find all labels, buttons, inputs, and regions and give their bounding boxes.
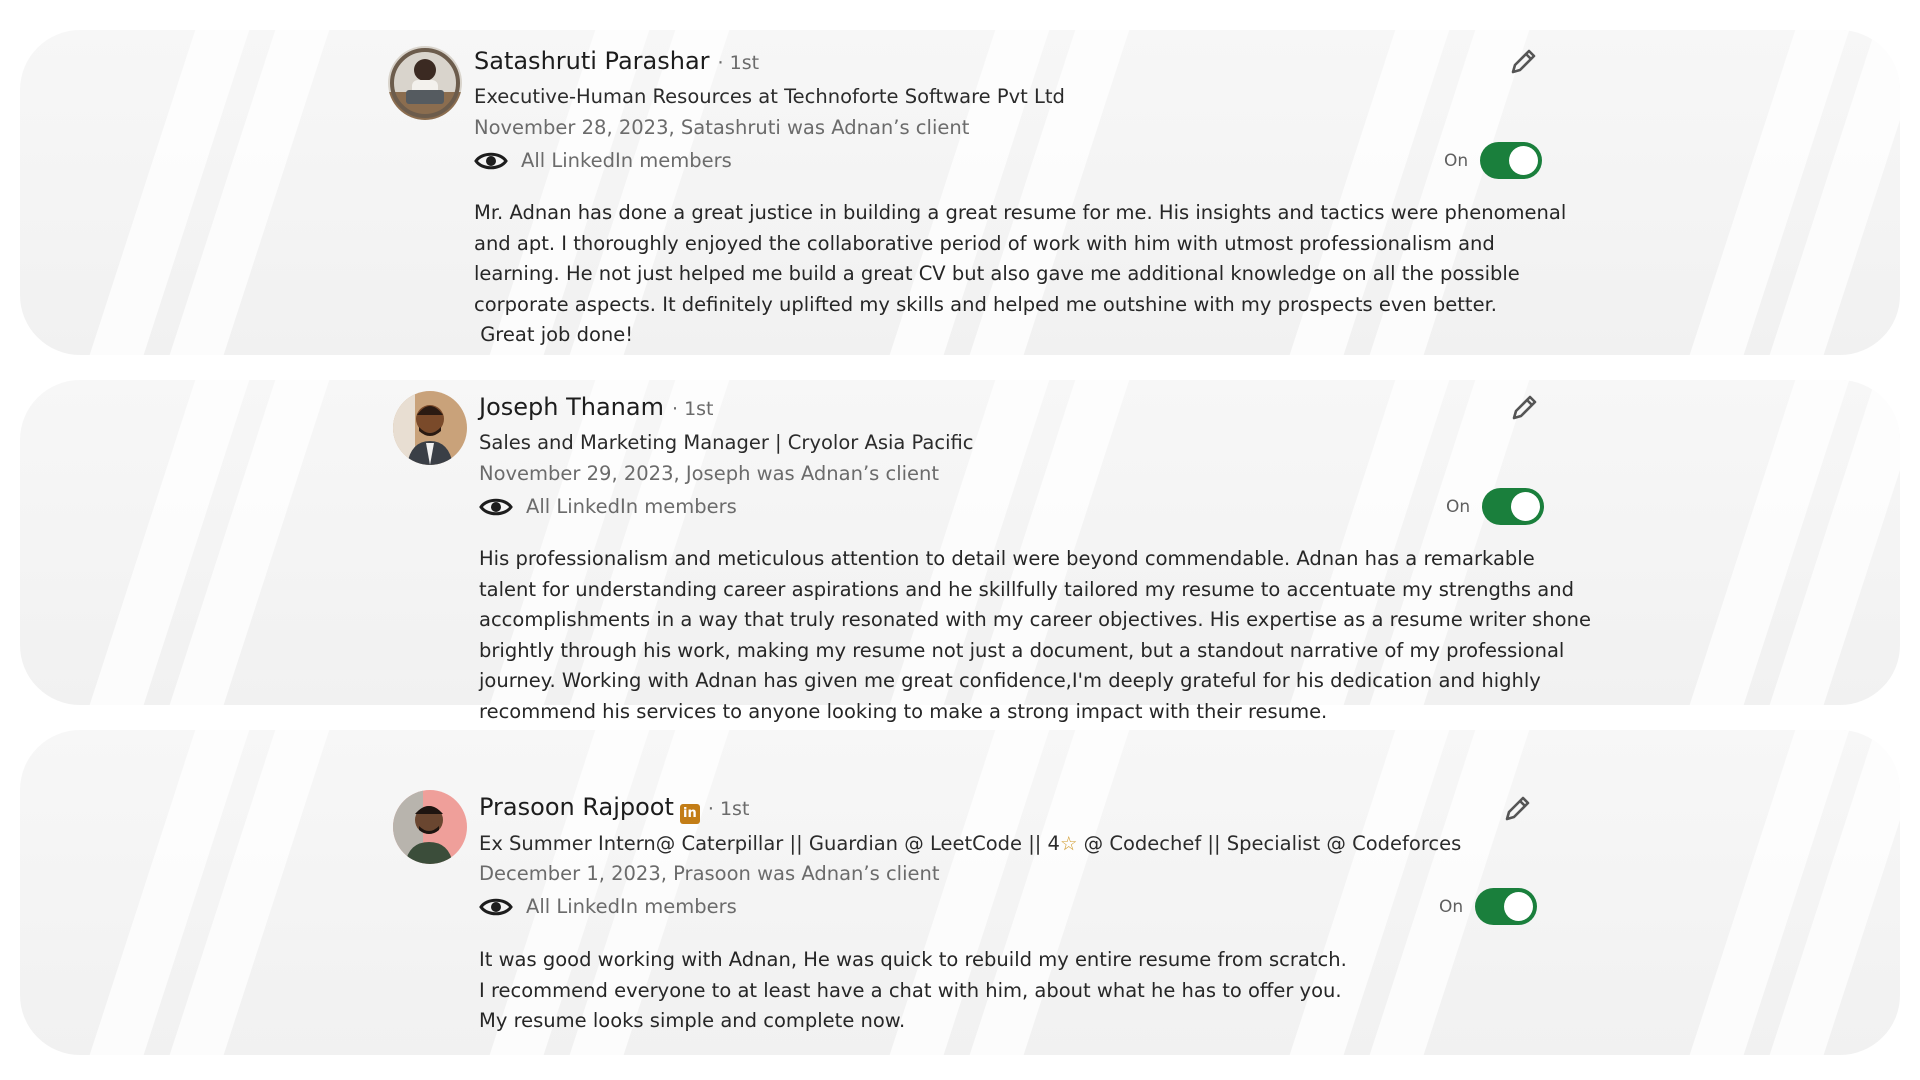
pencil-icon[interactable]	[1507, 46, 1539, 78]
show-toggle-group: On	[1444, 142, 1543, 179]
headline-text: Ex Summer Intern@ Caterpillar || Guardia…	[479, 832, 1060, 855]
visibility-label: All LinkedIn members	[526, 895, 737, 918]
linkedin-premium-badge-icon: in	[679, 804, 700, 824]
member-headline: Ex Summer Intern@ Caterpillar || Guardia…	[479, 832, 1461, 855]
visibility-label: All LinkedIn members	[521, 149, 732, 172]
text-line: Great job done!	[474, 323, 634, 346]
recommendation-text: His professionalism and meticulous atten…	[479, 544, 1591, 727]
toggle-knob	[1504, 892, 1534, 921]
member-name[interactable]: Joseph Thanam	[479, 393, 664, 421]
show-recommendation-toggle[interactable]	[1475, 888, 1538, 925]
toggle-label: On	[1446, 496, 1471, 517]
relationship-date: December 1, 2023, Prasoon was Adnan’s cl…	[479, 862, 940, 885]
pencil-icon[interactable]	[1508, 392, 1540, 424]
visibility-setting: All LinkedIn members	[479, 895, 737, 918]
avatar[interactable]	[388, 46, 462, 120]
member-name[interactable]: Satashruti Parashar	[474, 47, 710, 75]
toggle-label: On	[1439, 896, 1464, 917]
text-line: Mr. Adnan has done a great justice in bu…	[474, 201, 1567, 224]
star-icon: ☆	[1059, 832, 1078, 855]
text-line: My resume looks simple and complete now.	[479, 1009, 906, 1032]
connection-degree: · 1st	[717, 52, 760, 74]
member-name[interactable]: Prasoon Rajpoot	[479, 793, 674, 821]
text-line: accomplishments in a way that truly reso…	[479, 608, 1591, 631]
member-headline: Sales and Marketing Manager | Cryolor As…	[479, 431, 974, 454]
name-row: Satashruti Parashar · 1st	[474, 47, 759, 75]
connection-degree: · 1st	[707, 798, 750, 820]
text-line: recommend his services to anyone looking…	[479, 699, 1328, 723]
avatar[interactable]	[393, 391, 467, 465]
text-line: learning. He not just helped me build a …	[474, 262, 1520, 285]
toggle-label: On	[1444, 150, 1469, 171]
text-line: brightly through his work, making my res…	[479, 638, 1565, 662]
text-line: and apt. I thoroughly enjoyed the collab…	[474, 231, 1495, 255]
text-line: corporate aspects. It definitely uplifte…	[474, 292, 1497, 316]
show-recommendation-toggle[interactable]	[1480, 142, 1543, 179]
eye-icon	[474, 152, 508, 169]
headline-text: @ Codechef || Specialist @ Codeforces	[1077, 832, 1462, 855]
visibility-setting: All LinkedIn members	[474, 149, 732, 172]
recommendation-text: It was good working with Adnan, He was q…	[479, 945, 1347, 1037]
recommendation-text: Mr. Adnan has done a great justice in bu…	[474, 198, 1566, 351]
text-line: talent for understanding career aspirati…	[479, 577, 1574, 601]
visibility-label: All LinkedIn members	[526, 495, 737, 518]
connection-degree: · 1st	[671, 398, 714, 420]
toggle-knob	[1511, 492, 1541, 521]
avatar[interactable]	[393, 790, 467, 864]
text-line: It was good working with Adnan, He was q…	[479, 948, 1347, 971]
eye-icon	[479, 898, 513, 915]
show-recommendation-toggle[interactable]	[1482, 488, 1545, 525]
eye-icon	[479, 498, 513, 515]
member-headline: Executive-Human Resources at Technoforte…	[474, 85, 1065, 108]
visibility-setting: All LinkedIn members	[479, 495, 737, 518]
pencil-icon[interactable]	[1501, 793, 1533, 825]
text-line: I recommend everyone to at least have a …	[479, 978, 1342, 1002]
toggle-knob	[1509, 146, 1539, 175]
show-toggle-group: On	[1439, 888, 1538, 925]
show-toggle-group: On	[1446, 488, 1545, 525]
relationship-date: November 28, 2023, Satashruti was Adnan’…	[474, 116, 970, 139]
name-row: Prasoon Rajpoot in · 1st	[479, 793, 750, 824]
name-row: Joseph Thanam · 1st	[479, 393, 714, 421]
text-line: journey. Working with Adnan has given me…	[479, 669, 1541, 692]
text-line: His professionalism and meticulous atten…	[479, 547, 1535, 570]
relationship-date: November 29, 2023, Joseph was Adnan’s cl…	[479, 462, 940, 485]
